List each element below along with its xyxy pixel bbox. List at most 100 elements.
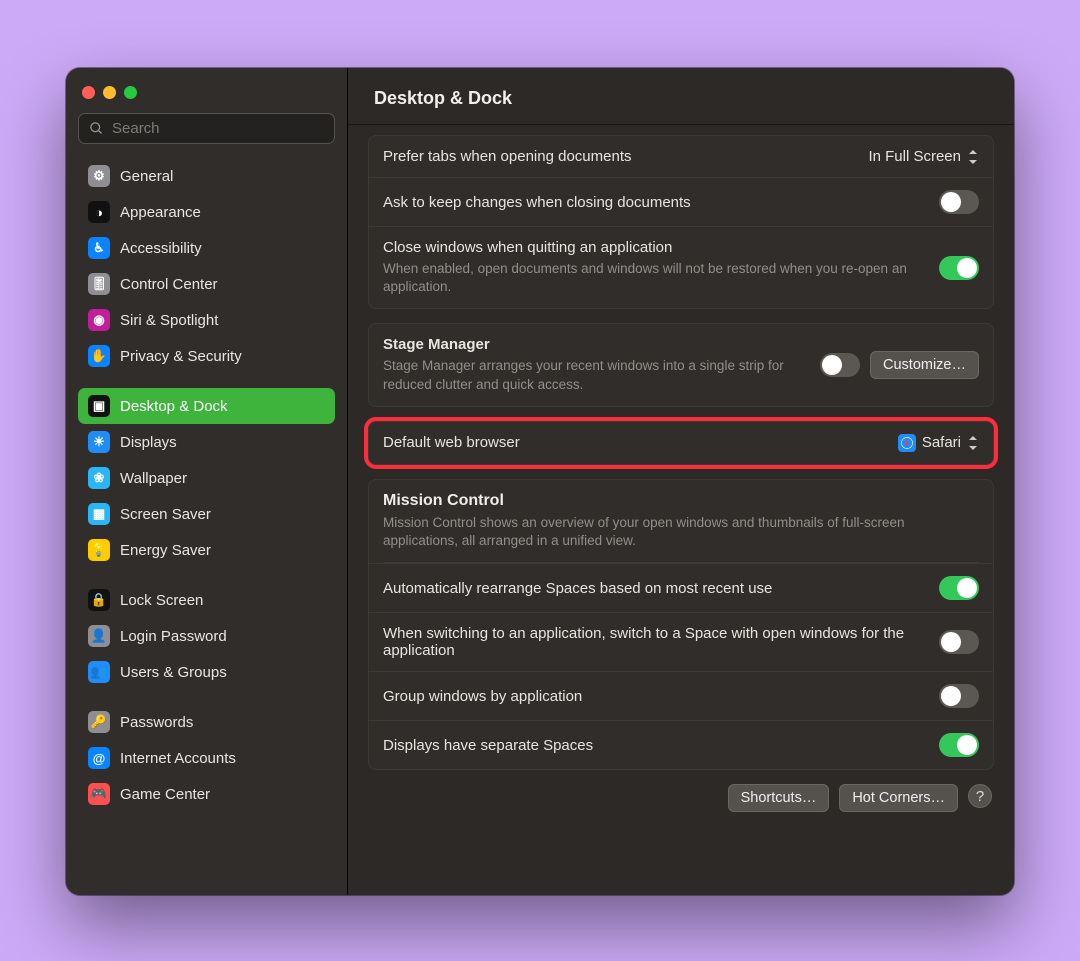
sidebar-item-label: Energy Saver [120,542,211,559]
sidebar-item-screen-saver[interactable]: ▦ Screen Saver [78,496,335,532]
sidebar-item-desktop-dock[interactable]: ▣ Desktop & Dock [78,388,335,424]
sidebar-item-users[interactable]: 👥 Users & Groups [78,654,335,690]
sidebar-item-label: Screen Saver [120,506,211,523]
sidebar: ⚙ General ◑ Appearance ♿︎Accessibility 🎚 Contr… [66,68,348,895]
sidebar-item-internet[interactable]: @Internet Accounts [78,740,335,776]
sidebar-item-label: Appearance [120,204,201,221]
close-quit-toggle[interactable] [939,256,979,280]
sidebar-item-energy[interactable]: 💡 Energy Saver [78,532,335,568]
group-mission-control: Mission Control Mission Control shows an… [368,479,994,770]
zoom-window-button[interactable] [124,86,137,99]
gamecenter-icon: 🎮 [88,783,110,805]
close-quit-sub: When enabled, open documents and windows… [383,260,925,296]
row-close-quit: Close windows when quitting an applicati… [369,226,993,308]
close-window-button[interactable] [82,86,95,99]
login-icon: 👤 [88,625,110,647]
hotcorners-button[interactable]: Hot Corners… [839,784,958,812]
ask-keep-label: Ask to keep changes when closing documen… [383,194,925,211]
ask-keep-toggle[interactable] [939,190,979,214]
sidebar-item-control-center[interactable]: 🎚 Control Center [78,266,335,302]
sidebar-item-label: General [120,168,173,185]
sidebar-nav: ⚙ General ◑ Appearance ♿︎Accessibility 🎚 Contr… [78,158,335,812]
stage-toggle[interactable] [820,353,860,377]
chevron-updown-icon [967,149,979,165]
auto-rearrange-label: Automatically rearrange Spaces based on … [383,580,925,597]
sidebar-item-lock[interactable]: 🔒 Lock Screen [78,582,335,618]
users-icon: 👥 [88,661,110,683]
mission-head: Mission Control Mission Control shows an… [369,480,993,563]
help-button[interactable]: ? [968,784,992,808]
screen-saver-icon: ▦ [88,503,110,525]
sidebar-item-label: Privacy & Security [120,348,242,365]
row-stage-manager: Stage Manager Stage Manager arranges you… [369,324,993,405]
sidebar-item-accessibility[interactable]: ♿︎Accessibility [78,230,335,266]
sidebar-item-label: Passwords [120,714,193,731]
sidebar-item-passwords[interactable]: 🔑 Passwords [78,704,335,740]
group-stage: Stage Manager Stage Manager arranges you… [368,323,994,406]
sidebar-item-displays[interactable]: ☀Displays [78,424,335,460]
row-ask-keep: Ask to keep changes when closing documen… [369,177,993,226]
sidebar-item-label: Internet Accounts [120,750,236,767]
mission-sub: Mission Control shows an overview of you… [383,514,979,563]
sidebar-item-label: Users & Groups [120,664,227,681]
energy-icon: 💡 [88,539,110,561]
chevron-updown-icon [967,435,979,451]
sidebar-item-label: Desktop & Dock [120,398,228,415]
row-prefer-tabs: Prefer tabs when opening documents In Fu… [369,136,993,177]
sidebar-item-appearance[interactable]: ◑ Appearance [78,194,335,230]
search-input[interactable] [112,120,324,137]
default-browser-popup[interactable]: Safari [898,434,979,452]
stage-sub: Stage Manager arranges your recent windo… [383,357,806,393]
sidebar-item-label: Wallpaper [120,470,187,487]
auto-rearrange-toggle[interactable] [939,576,979,600]
sidebar-item-label: Control Center [120,276,218,293]
search-field[interactable] [78,113,335,144]
row-switch-space: When switching to an application, switch… [369,612,993,671]
displays-spaces-toggle[interactable] [939,733,979,757]
page-title: Desktop & Dock [348,68,1014,125]
siri-icon: ◉ [88,309,110,331]
content-scroll[interactable]: Prefer tabs when opening documents In Fu… [348,125,1014,895]
prefer-tabs-popup[interactable]: In Full Screen [868,148,979,165]
prefer-tabs-value: In Full Screen [868,148,961,165]
safari-icon [898,434,916,452]
prefer-tabs-label: Prefer tabs when opening documents [383,148,854,165]
group-default-browser: Default web browser Safari [368,421,994,465]
group-windows: Prefer tabs when opening documents In Fu… [368,135,994,309]
sidebar-item-label: Lock Screen [120,592,203,609]
group-windows-toggle[interactable] [939,684,979,708]
row-auto-rearrange: Automatically rearrange Spaces based on … [369,563,993,612]
shortcuts-button[interactable]: Shortcuts… [728,784,830,812]
main-pane: Desktop & Dock Prefer tabs when opening … [348,68,1014,895]
group-windows-label: Group windows by application [383,688,925,705]
default-browser-label: Default web browser [383,434,884,451]
wallpaper-icon: ❀ [88,467,110,489]
minimize-window-button[interactable] [103,86,116,99]
sidebar-item-wallpaper[interactable]: ❀ Wallpaper [78,460,335,496]
sidebar-item-privacy[interactable]: ✋Privacy & Security [78,338,335,374]
row-displays-spaces: Displays have separate Spaces [369,720,993,769]
stage-title: Stage Manager [383,336,806,353]
desktop-dock-icon: ▣ [88,395,110,417]
general-icon: ⚙ [88,165,110,187]
sidebar-item-siri[interactable]: ◉Siri & Spotlight [78,302,335,338]
close-quit-label: Close windows when quitting an applicati… [383,239,925,256]
footer: Shortcuts… Hot Corners… ? [368,784,994,812]
sidebar-item-label: Displays [120,434,177,451]
sidebar-item-label: Login Password [120,628,227,645]
customize-button[interactable]: Customize… [870,351,979,379]
switch-space-label: When switching to an application, switch… [383,625,925,659]
settings-window: ⚙ General ◑ Appearance ♿︎Accessibility 🎚 Contr… [66,68,1014,895]
appearance-icon: ◑ [88,201,110,223]
search-icon [89,121,104,136]
switch-space-toggle[interactable] [939,630,979,654]
passwords-icon: 🔑 [88,711,110,733]
lock-icon: 🔒 [88,589,110,611]
sidebar-item-gamecenter[interactable]: 🎮 Game Center [78,776,335,812]
sidebar-item-label: Game Center [120,786,210,803]
sidebar-item-label: Accessibility [120,240,202,257]
control-center-icon: 🎚 [88,273,110,295]
displays-spaces-label: Displays have separate Spaces [383,737,925,754]
sidebar-item-login[interactable]: 👤 Login Password [78,618,335,654]
sidebar-item-general[interactable]: ⚙ General [78,158,335,194]
